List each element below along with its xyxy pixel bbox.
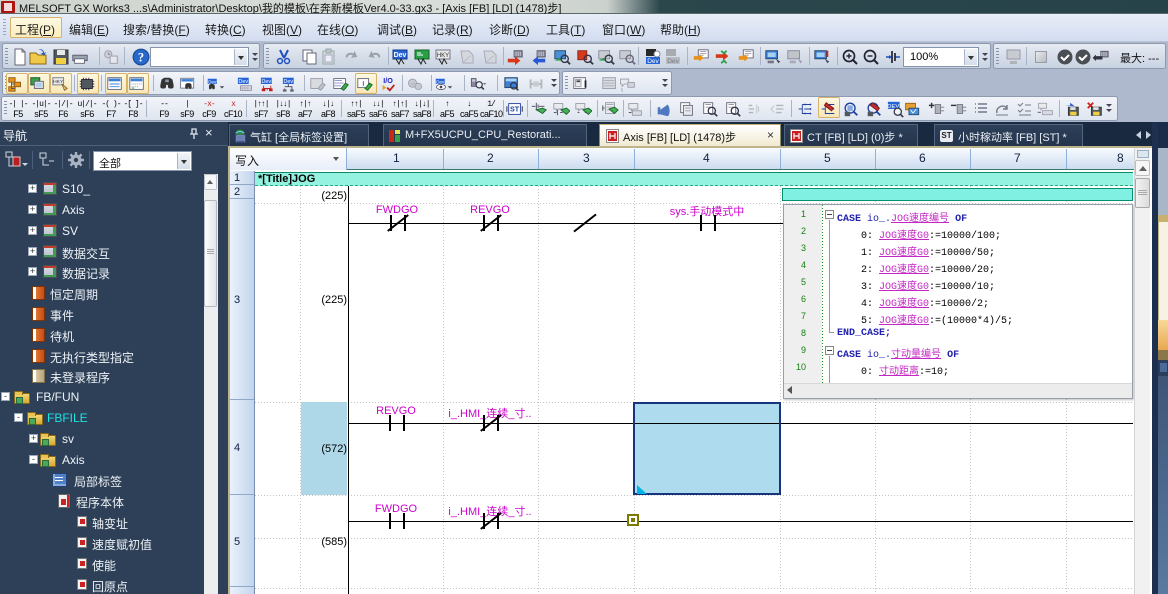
svg-text:Dev: Dev: [262, 79, 272, 85]
svg-text:Dev: Dev: [436, 79, 445, 84]
svg-text:I: I: [362, 79, 364, 88]
svg-text:Dev: Dev: [647, 58, 659, 65]
svg-text:Dev: Dev: [667, 58, 679, 65]
svg-text:ST: ST: [510, 105, 520, 114]
svg-text:HKY: HKY: [437, 53, 449, 59]
svg-text:I/O: I/O: [383, 76, 393, 85]
svg-text:?: ?: [138, 51, 144, 65]
svg-text:Dev: Dev: [239, 79, 249, 85]
svg-text:Dev: Dev: [394, 52, 407, 59]
svg-text:Dev: Dev: [208, 79, 217, 84]
